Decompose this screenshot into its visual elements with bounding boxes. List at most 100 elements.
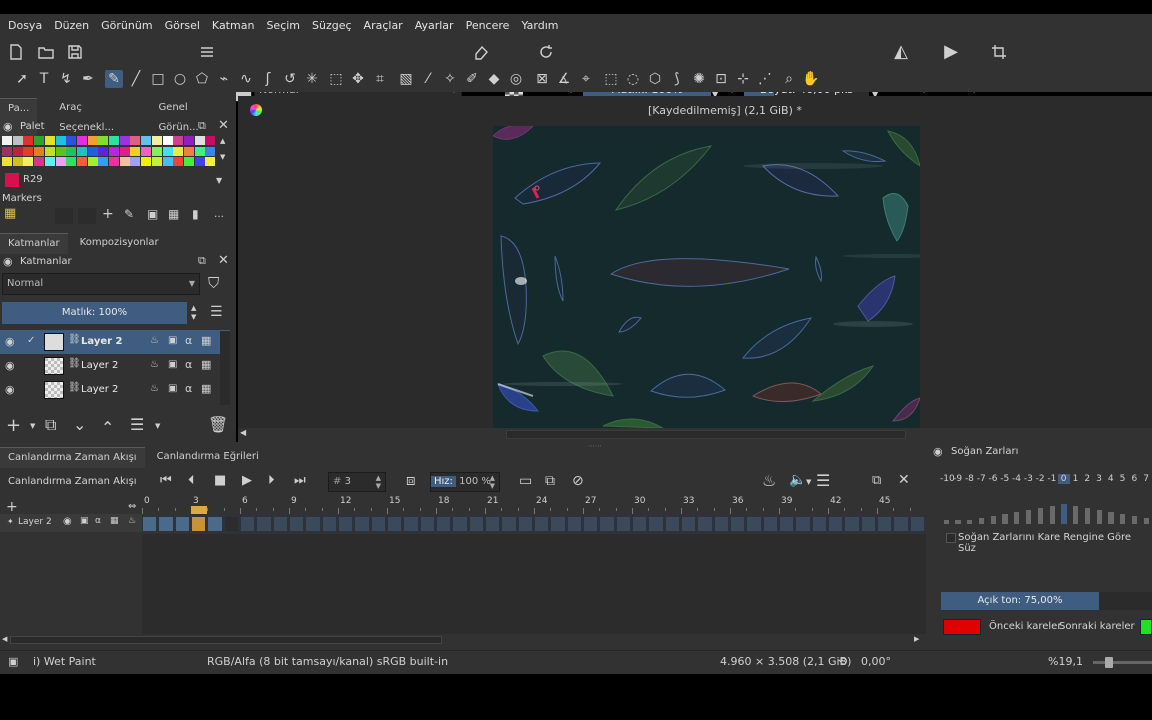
palette-swatch[interactable] — [87, 157, 98, 166]
edit-shapes-icon[interactable]: ↯ — [57, 70, 75, 88]
menu-pencere[interactable]: Pencere — [460, 14, 516, 38]
zoom-slider-handle[interactable] — [1105, 657, 1113, 668]
chevron-down-icon[interactable]: ▼ — [30, 423, 35, 430]
color-picker-icon[interactable]: ⁄ — [419, 70, 437, 88]
palette-swatch[interactable] — [130, 136, 141, 145]
move-layer-down-icon[interactable]: ⌄ — [73, 417, 86, 433]
onion-frame-number[interactable]: -8 — [964, 474, 976, 484]
palette-swatch[interactable] — [2, 146, 12, 156]
timeline-ruler[interactable]: 0 3 6 9 12 15 18 21 24 27 30 33 36 39 42 45 — [142, 496, 926, 514]
menu-icon[interactable]: ☰ — [210, 305, 223, 319]
rotation-icon[interactable]: ⟲ — [838, 656, 847, 667]
onion-toggle-icon[interactable]: ♨ — [150, 384, 159, 394]
layer-row[interactable]: ◉ ⛓ Layer 2 ♨ ▣ α ▦ — [0, 354, 230, 378]
lock-icon[interactable]: ▣ — [168, 336, 177, 346]
onion-toggle-icon[interactable]: ♨ — [128, 517, 136, 526]
menu-gorunum[interactable]: Görünüm — [95, 14, 158, 38]
palette-swatch-grid[interactable] — [2, 136, 216, 168]
onion-opacity-bar[interactable] — [1096, 510, 1102, 524]
timeline-frame-cell[interactable] — [468, 516, 484, 532]
bezier-select-icon[interactable]: ⊹ — [734, 70, 752, 88]
palette-swatch[interactable] — [194, 136, 205, 145]
palette-swatch[interactable] — [76, 136, 87, 145]
timeline-frame-cell[interactable] — [877, 516, 893, 532]
palette-swatch[interactable] — [183, 136, 194, 145]
reload-preset-icon[interactable] — [537, 43, 555, 61]
onion-opacity-bar[interactable] — [1073, 506, 1079, 524]
palette-swatch[interactable] — [98, 136, 109, 145]
palette-swatch[interactable] — [44, 136, 55, 145]
palette-swatch[interactable] — [23, 157, 34, 166]
timeline-frame-cell[interactable] — [550, 516, 566, 532]
timeline-frame-cell[interactable] — [485, 516, 501, 532]
palette-swatch[interactable] — [151, 136, 162, 145]
palette-swatch[interactable] — [205, 157, 216, 166]
freehand-select-icon[interactable]: ⟆ — [668, 70, 686, 88]
add-frame-icon[interactable]: ▭ — [519, 474, 532, 488]
transform-tool-icon[interactable]: ⬚ — [327, 70, 345, 88]
tab-animation-timeline[interactable]: Canlandırma Zaman Akışı — [0, 447, 145, 468]
chevron-down-icon[interactable]: ▼ — [155, 423, 160, 430]
onion-opacity-bar[interactable] — [1002, 514, 1008, 524]
reference-tool-icon[interactable]: ⌖ — [577, 70, 595, 88]
onion-opacity-bar[interactable] — [967, 520, 973, 524]
playhead-marker[interactable] — [191, 506, 208, 514]
timeline-frame-cell[interactable] — [713, 516, 729, 532]
menu-ayarlar[interactable]: Ayarlar — [409, 14, 460, 38]
onion-opacity-bar[interactable] — [1014, 512, 1020, 524]
palette-swatch[interactable] — [76, 157, 87, 166]
menu-suzgec[interactable]: Süzgeç — [306, 14, 358, 38]
rectangle-tool-icon[interactable]: □ — [149, 70, 167, 88]
timeline-frame-cell[interactable] — [289, 516, 305, 532]
smart-patch-icon[interactable]: ✧ — [441, 70, 459, 88]
timeline-layer-header[interactable]: ✦ Layer 2 ◉ ▣ α ▦ ♨ — [0, 514, 142, 532]
timeline-frame-cell[interactable] — [272, 516, 288, 532]
brush-preset-icon[interactable]: ▣ — [8, 656, 18, 667]
palette-swatch[interactable] — [34, 146, 45, 156]
onion-opacity-bar[interactable] — [990, 516, 996, 524]
scroll-left-icon[interactable]: ◀ — [2, 636, 7, 643]
timeline-frame-cell[interactable] — [240, 516, 256, 532]
palette-swatch[interactable] — [23, 146, 34, 156]
alpha-lock-icon[interactable]: α — [185, 383, 192, 394]
palette-swatch[interactable] — [2, 157, 12, 166]
timeline-frame-cell[interactable] — [648, 516, 664, 532]
polygon-tool-icon[interactable]: ⬠ — [193, 70, 211, 88]
duplicate-frame-icon[interactable]: ⧉ — [545, 474, 555, 488]
multibrush-icon[interactable]: ✳ — [303, 70, 321, 88]
palette-swatch[interactable] — [183, 157, 194, 166]
edit-swatch-icon[interactable]: ✎ — [124, 208, 134, 220]
add-swatch-icon[interactable]: + — [102, 207, 114, 221]
timeline-frame-cell[interactable] — [191, 516, 207, 532]
timeline-frame-cell[interactable] — [452, 516, 468, 532]
onion-opacity-bar[interactable] — [1049, 506, 1055, 524]
timeline-frame-cell[interactable] — [828, 516, 844, 532]
zoom-tool-icon[interactable]: ⌕ — [780, 70, 798, 88]
zoom-timeline-icon[interactable]: ⇔ — [128, 502, 136, 512]
freehand-path-icon[interactable]: ʃ — [259, 70, 277, 88]
palette-swatch[interactable] — [66, 136, 77, 145]
onion-frame-number[interactable]: 7 — [1140, 474, 1152, 484]
pan-tool-icon[interactable]: ✋ — [802, 70, 820, 88]
visibility-eye-icon[interactable]: ◉ — [5, 336, 15, 347]
colorize-mask-icon[interactable]: ✐ — [463, 70, 481, 88]
play-icon[interactable]: ▶ — [242, 474, 252, 487]
lock-icon[interactable]: ▣ — [80, 517, 89, 526]
settings-menu-icon[interactable]: ☰ — [816, 473, 830, 489]
close-icon[interactable]: ✕ — [218, 119, 229, 132]
frame-number-field[interactable]: # 3 ▲ ▼ — [328, 472, 386, 492]
open-folder-icon[interactable] — [37, 43, 55, 61]
timeline-frame-cell[interactable] — [811, 516, 827, 532]
layer-blend-dropdown[interactable]: Normal ▼ — [2, 273, 200, 295]
timeline-frame-cell[interactable] — [370, 516, 386, 532]
timeline-frame-cell[interactable] — [207, 516, 223, 532]
palette-swatch[interactable] — [44, 146, 55, 156]
move-layer-up-icon[interactable]: ⌃ — [101, 420, 114, 436]
palette-swatch[interactable] — [162, 146, 173, 156]
crop-tool-icon[interactable]: ⌗ — [371, 70, 389, 88]
lock-icon[interactable]: ▣ — [168, 360, 177, 370]
visibility-eye-icon[interactable]: ◉ — [63, 517, 72, 527]
next-frame-icon[interactable]: ⏵ — [268, 474, 275, 487]
palette-swatch[interactable] — [141, 136, 152, 145]
tab-animation-curves[interactable]: Canlandırma Eğrileri — [149, 447, 267, 468]
